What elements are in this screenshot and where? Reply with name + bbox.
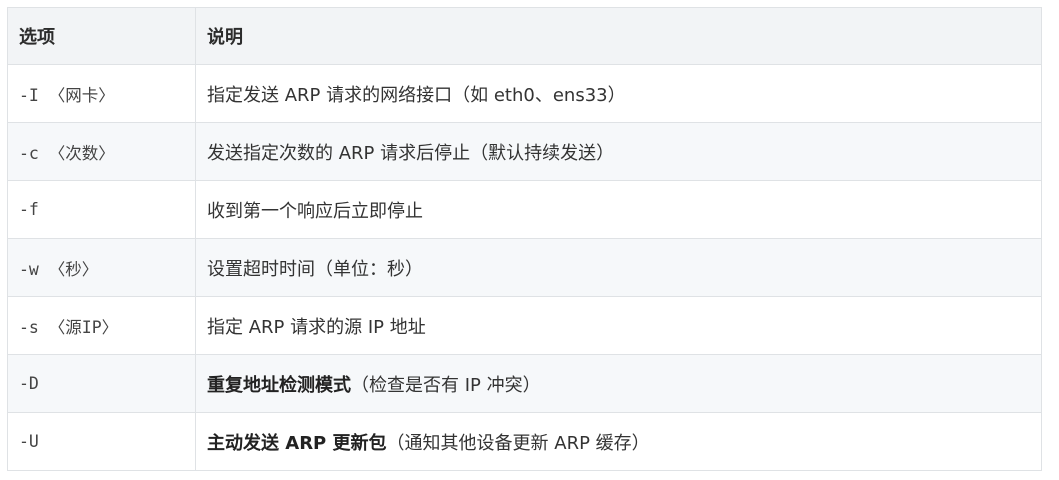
option-cell: -s 〈源IP〉 — [7, 296, 196, 355]
table-row: -U 主动发送 ARP 更新包（通知其他设备更新 ARP 缓存） — [7, 412, 1042, 471]
option-cell: -U — [7, 412, 196, 471]
table-header-row: 选项 说明 — [7, 7, 1042, 65]
description-text: 收到第一个响应后立即停止 — [207, 200, 423, 222]
description-strong: 主动发送 ARP 更新包 — [207, 432, 387, 454]
option-cell: -w 〈秒〉 — [7, 238, 196, 297]
option-cell: -c 〈次数〉 — [7, 122, 196, 181]
option-cell: -D — [7, 354, 196, 413]
description-text: 指定发送 ARP 请求的网络接口（如 eth0、ens33） — [207, 84, 626, 106]
description-text: 指定 ARP 请求的源 IP 地址 — [207, 316, 426, 338]
option-cell: -f — [7, 180, 196, 239]
description-cell: 指定发送 ARP 请求的网络接口（如 eth0、ens33） — [195, 64, 1042, 123]
option-cell: -I 〈网卡〉 — [7, 64, 196, 123]
description-cell: 重复地址检测模式（检查是否有 IP 冲突） — [195, 354, 1042, 413]
description-strong: 重复地址检测模式 — [207, 374, 351, 396]
description-text: 发送指定次数的 ARP 请求后停止（默认持续发送） — [207, 142, 615, 164]
options-table-container: 选项 说明 -I 〈网卡〉 指定发送 ARP 请求的网络接口（如 eth0、en… — [7, 7, 1042, 471]
table-row: -s 〈源IP〉 指定 ARP 请求的源 IP 地址 — [7, 296, 1042, 355]
description-cell: 设置超时时间（单位：秒） — [195, 238, 1042, 297]
table-row: -w 〈秒〉 设置超时时间（单位：秒） — [7, 238, 1042, 297]
table-row: -c 〈次数〉 发送指定次数的 ARP 请求后停止（默认持续发送） — [7, 122, 1042, 181]
header-option: 选项 — [7, 7, 196, 65]
description-cell: 主动发送 ARP 更新包（通知其他设备更新 ARP 缓存） — [195, 412, 1042, 471]
description-cell: 收到第一个响应后立即停止 — [195, 180, 1042, 239]
header-description: 说明 — [195, 7, 1042, 65]
table-row: -I 〈网卡〉 指定发送 ARP 请求的网络接口（如 eth0、ens33） — [7, 64, 1042, 123]
table-row: -D 重复地址检测模式（检查是否有 IP 冲突） — [7, 354, 1042, 413]
description-text: （通知其他设备更新 ARP 缓存） — [386, 432, 650, 454]
table-row: -f 收到第一个响应后立即停止 — [7, 180, 1042, 239]
description-cell: 指定 ARP 请求的源 IP 地址 — [195, 296, 1042, 355]
description-text: 设置超时时间（单位：秒） — [207, 258, 423, 280]
description-cell: 发送指定次数的 ARP 请求后停止（默认持续发送） — [195, 122, 1042, 181]
description-text: （检查是否有 IP 冲突） — [351, 374, 541, 396]
options-table: 选项 说明 -I 〈网卡〉 指定发送 ARP 请求的网络接口（如 eth0、en… — [7, 7, 1042, 471]
